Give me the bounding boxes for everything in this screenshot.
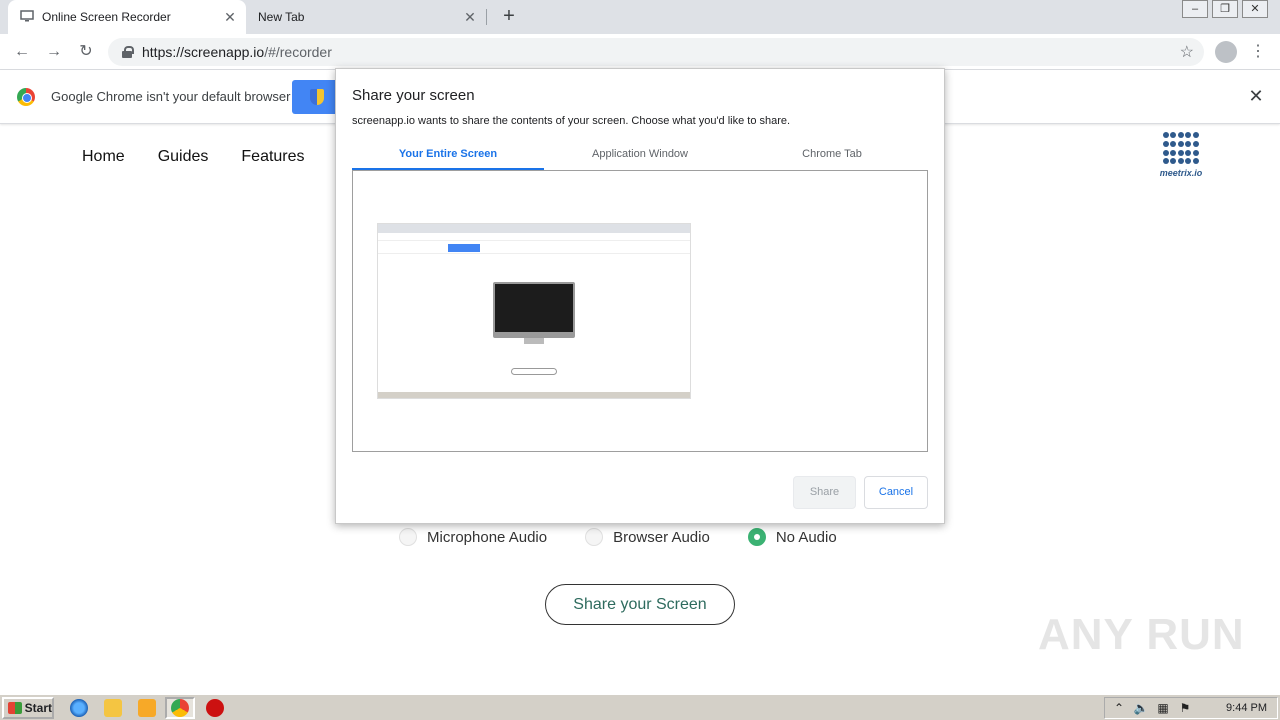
browser-audio-radio[interactable] [585,528,604,546]
system-tray: ⌃ 🔈 ▦ ⚑ 9:44 PM [1104,697,1278,719]
tab-entire-screen[interactable]: Your Entire Screen [352,141,544,171]
share-button[interactable]: Share [793,476,856,509]
screen-preview-area [352,170,928,452]
meetrix-logo[interactable]: meetrix.io [1158,130,1204,180]
no-audio-radio[interactable] [747,528,766,546]
profile-avatar-icon[interactable] [1215,41,1237,63]
site-navigation: Home Guides Features [82,148,338,166]
microphone-audio-label: Microphone Audio [427,528,548,546]
browser-audio-option[interactable]: Browser Audio [585,528,710,546]
dialog-description: screenapp.io wants to share the contents… [352,115,791,127]
file-explorer-icon[interactable] [104,699,122,717]
window-controls: – ❐ ✕ [1178,0,1268,18]
uac-shield-icon [310,89,324,105]
tab-title: New Tab [258,10,305,24]
tab-close-icon[interactable]: ✕ [220,7,240,27]
browser-toolbar: ← → ↻ https://screenapp.io/#/recorder ☆ … [0,34,1280,70]
browser-audio-label: Browser Audio [613,528,710,546]
no-audio-option[interactable]: No Audio [747,528,837,546]
microphone-audio-radio[interactable] [399,528,417,546]
reload-icon[interactable]: ↻ [74,40,98,64]
tab-chrome-tab[interactable]: Chrome Tab [736,141,928,171]
infobar-message: Google Chrome isn't your default browser [51,89,291,104]
nav-features[interactable]: Features [241,148,304,166]
tab-close-icon[interactable]: ✕ [460,7,480,27]
infobar-close-icon[interactable]: ✕ [1246,86,1266,106]
back-arrow-icon[interactable]: ← [10,40,34,64]
restore-button[interactable]: ❐ [1212,0,1238,18]
url-path: /#/recorder [264,44,332,60]
nav-guides[interactable]: Guides [158,148,209,166]
nav-home[interactable]: Home [82,148,125,166]
address-bar[interactable]: https://screenapp.io/#/recorder ☆ [108,38,1204,66]
chrome-logo-icon [17,88,35,106]
logo-dots-icon [1163,132,1199,166]
share-your-screen-button[interactable]: Share your Screen [545,584,735,625]
cancel-button[interactable]: Cancel [864,476,928,509]
system-clock[interactable]: 9:44 PM [1226,702,1267,714]
thumbnail-monitor-image [493,282,575,338]
bookmark-star-icon[interactable]: ☆ [1180,42,1194,62]
start-label: Start [24,701,52,715]
chrome-taskbar-icon[interactable] [171,699,189,717]
anyrun-watermark: ANY RUN [1038,610,1245,659]
tab-new-tab[interactable]: New Tab ✕ [246,0,486,34]
minimize-button[interactable]: – [1182,0,1208,18]
media-player-icon[interactable] [138,699,156,717]
tab-strip: Online Screen Recorder ✕ New Tab ✕ + – ❐… [0,0,1280,34]
url-text[interactable]: https://screenapp.io/#/recorder [142,44,1180,60]
volume-icon[interactable]: 🔈 [1133,701,1149,715]
tab-online-screen-recorder[interactable]: Online Screen Recorder ✕ [8,0,246,34]
windows-flag-icon [8,702,22,714]
tab-application-window[interactable]: Application Window [544,141,736,171]
audio-options: Microphone Audio Browser Audio No Audio [399,528,875,546]
microphone-audio-option[interactable]: Microphone Audio [399,528,547,546]
more-menu-icon[interactable]: ⋮ [1250,40,1266,64]
no-audio-label: No Audio [775,528,837,546]
network-icon[interactable]: ▦ [1155,701,1171,715]
lock-icon[interactable] [122,46,134,58]
internet-explorer-icon[interactable] [70,699,88,717]
screen-thumbnail[interactable] [377,223,691,399]
monitor-icon [20,9,34,25]
tab-divider [486,9,487,25]
start-button[interactable]: Start [2,697,54,719]
close-window-button[interactable]: ✕ [1242,0,1268,18]
dialog-tabs: Your Entire Screen Application Window Ch… [352,141,928,171]
share-screen-dialog: Share your screen screenapp.io wants to … [335,68,945,524]
action-center-flag-icon[interactable]: ⚑ [1177,701,1193,715]
stop-sign-icon[interactable] [206,699,224,717]
tab-title: Online Screen Recorder [42,10,171,24]
dialog-title: Share your screen [352,87,475,104]
new-tab-button[interactable]: + [498,6,520,28]
show-hidden-icons-icon[interactable]: ⌃ [1111,701,1127,715]
forward-arrow-icon[interactable]: → [42,40,66,64]
windows-taskbar: Start ⌃ 🔈 ▦ ⚑ 9:44 PM [0,694,1280,720]
url-host: https://screenapp.io [142,44,265,60]
brand-name: meetrix.io [1159,168,1203,178]
